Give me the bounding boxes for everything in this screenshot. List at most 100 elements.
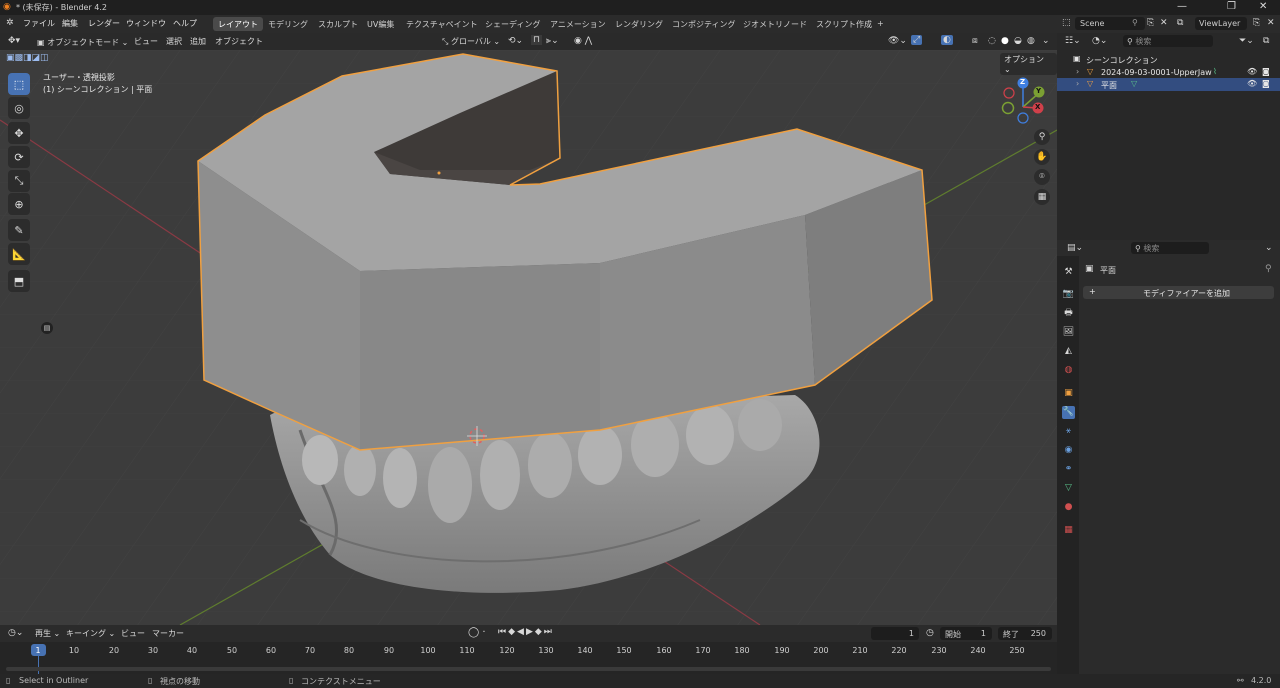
menu-add[interactable]: 追加 [190, 36, 206, 47]
scene-tab-icon[interactable]: ◭ [1062, 345, 1075, 358]
clock-icon[interactable]: ◷ [926, 628, 934, 638]
perspective-grid-icon[interactable]: ▦ [1034, 189, 1050, 205]
tab-sculpt[interactable]: スカルプト [313, 17, 363, 31]
add-modifier-button[interactable]: + モディファイアーを追加 [1083, 286, 1274, 299]
pan-hand-icon[interactable]: ✋ [1034, 149, 1050, 165]
menu-render[interactable]: レンダー [88, 18, 120, 29]
menu-select[interactable]: 選択 [166, 36, 182, 47]
tool-tab-icon[interactable]: ⚒ [1062, 266, 1075, 279]
menu-keying[interactable]: キーイング ⌄ [66, 628, 115, 639]
render-tab-icon[interactable]: 📷 [1062, 288, 1075, 301]
view-layer-icon[interactable]: ⧉ [1177, 18, 1183, 28]
data-tab-icon[interactable]: ▽ [1062, 482, 1075, 495]
blender-menu-icon[interactable]: ✲ [6, 18, 14, 28]
annotate-tool[interactable]: ✎ [8, 219, 30, 241]
timeline-scrollbar[interactable] [6, 667, 1051, 671]
display-mode-icon[interactable]: ◔⌄ [1092, 36, 1107, 46]
transform-orientation-dropdown[interactable]: ⤡ グローバル ⌄ [442, 36, 500, 47]
solid-shading-icon[interactable]: ● [1001, 36, 1009, 46]
tab-layout[interactable]: レイアウト [213, 17, 263, 31]
chevron-down-icon[interactable]: ⌄ [1265, 243, 1273, 253]
close-button[interactable]: ✕ [1259, 1, 1267, 12]
modifier-icon[interactable]: ⌇ [1213, 67, 1217, 76]
current-frame-field[interactable]: 1 [871, 627, 919, 640]
auto-keying-icon[interactable]: ◯ · [468, 627, 486, 638]
overlay-toggle-icon[interactable]: ◐ [941, 35, 953, 45]
rendered-shading-icon[interactable]: ◍ [1027, 36, 1035, 46]
pivot-point-icon[interactable]: ⟲⌄ [508, 36, 523, 46]
camera-icon[interactable]: ◙ [1262, 67, 1270, 76]
visibility-icon[interactable]: 👁⌄ [888, 36, 907, 46]
eye-icon[interactable]: 👁 [1247, 67, 1257, 76]
move-tool[interactable]: ✥ [8, 122, 30, 144]
xray-toggle-icon[interactable]: ⧈ [972, 36, 978, 46]
menu-object[interactable]: オブジェクト [215, 36, 263, 47]
particles-tab-icon[interactable]: ⚹ [1062, 425, 1075, 438]
3d-viewport[interactable]: Z Y X ユーザー・透視投影 (1) シーンコレクション | 平面 オプション… [0, 50, 1057, 625]
eye-icon[interactable]: 👁 [1247, 79, 1257, 88]
delete-view-layer-icon[interactable]: ✕ [1267, 18, 1275, 28]
new-scene-icon[interactable]: ⎘ [1147, 18, 1154, 28]
selection-mode-icons[interactable]: ▣▩◨◪◫ [6, 53, 49, 63]
object-mode-dropdown[interactable]: ▣ オブジェクトモード ⌄ [34, 35, 131, 48]
menu-playback[interactable]: 再生 ⌄ [35, 628, 60, 639]
gizmo-z-label[interactable]: Z [1020, 78, 1025, 86]
frame-ruler[interactable]: 1 10 20 30 40 50 60 70 80 90 100 110 120… [0, 642, 1057, 674]
add-workspace-button[interactable]: + [872, 17, 889, 31]
timeline-editor-icon[interactable]: ◷⌄ [8, 628, 23, 638]
pin-icon[interactable]: ⚲ [1265, 264, 1272, 274]
menu-view[interactable]: ビュー [134, 36, 158, 47]
pin-icon[interactable]: ⚲ [1132, 18, 1138, 27]
view-layer-tab-icon[interactable]: 🖼 [1062, 326, 1075, 339]
mesh-data-icon[interactable]: ▽ [1131, 79, 1137, 88]
timeline-body[interactable]: 1 10 20 30 40 50 60 70 80 90 100 110 120… [0, 642, 1057, 674]
properties-editor-icon[interactable]: ▤⌄ [1067, 243, 1083, 253]
editor-type-icon[interactable]: ✥▾ [8, 36, 20, 46]
gizmo-x-label[interactable]: X [1035, 103, 1040, 111]
zoom-icon[interactable]: ⚲ [1034, 129, 1050, 145]
snap-icon[interactable]: ⊓ [531, 35, 543, 45]
tab-uv-editing[interactable]: UV編集 [362, 17, 399, 31]
tab-texture-paint[interactable]: テクスチャペイント [401, 17, 483, 31]
material-tab-icon[interactable]: ● [1062, 501, 1075, 514]
filter-icon[interactable]: ⏷⌄ [1239, 36, 1254, 46]
proportional-edit-icon[interactable]: ◉ ⋀ [574, 36, 592, 46]
world-tab-icon[interactable]: ◍ [1062, 364, 1075, 377]
camera-icon[interactable]: ◙ [1262, 79, 1270, 88]
cursor-tool[interactable]: ◎ [8, 97, 30, 119]
shading-options-icon[interactable]: ⌄ [1042, 36, 1050, 46]
expand-arrow-icon[interactable]: › [1076, 79, 1079, 88]
menu-help[interactable]: ヘルプ [173, 18, 197, 29]
measure-tool[interactable]: 📐 [8, 243, 30, 265]
menu-window[interactable]: ウィンドウ [126, 18, 166, 29]
restore-button[interactable]: ❐ [1227, 1, 1236, 12]
tab-modeling[interactable]: モデリング [263, 17, 313, 31]
expand-arrow-icon[interactable]: › [1076, 67, 1079, 76]
material-shading-icon[interactable]: ◒ [1014, 36, 1022, 46]
tab-animation[interactable]: アニメーション [545, 17, 611, 31]
rotate-tool[interactable]: ⟳ [8, 146, 30, 168]
object-tab-icon[interactable]: ▣ [1062, 387, 1075, 400]
view-layer-field[interactable]: ViewLayer [1195, 17, 1247, 30]
asset-shelf-icon[interactable]: ▤ [41, 322, 53, 334]
physics-tab-icon[interactable]: ◉ [1062, 444, 1075, 457]
outliner-item-plane[interactable]: › ▽ 平面 ▽ 👁 ◙ [1057, 78, 1280, 91]
constraints-tab-icon[interactable]: ⚭ [1062, 463, 1075, 476]
transform-tool[interactable]: ⊕ [8, 193, 30, 215]
scale-tool[interactable]: ⤡ [8, 170, 30, 192]
camera-view-icon[interactable]: ⌾ [1034, 169, 1050, 185]
output-tab-icon[interactable]: 🖶 [1062, 307, 1075, 320]
gizmo-y-label[interactable]: Y [1036, 87, 1041, 95]
outliner-root-row[interactable]: ▣ シーンコレクション [1057, 53, 1280, 66]
tab-geometry-nodes[interactable]: ジオメトリノード [738, 17, 812, 31]
start-frame-field[interactable]: 開始 1 [940, 627, 992, 640]
playback-controls[interactable]: ⏮◆◀▶◆⏭ [498, 627, 554, 637]
end-frame-field[interactable]: 終了 250 [998, 627, 1052, 640]
new-view-layer-icon[interactable]: ⎘ [1253, 18, 1260, 28]
delete-scene-icon[interactable]: ✕ [1160, 18, 1168, 28]
select-box-tool[interactable]: ⬚ [8, 73, 30, 95]
menu-edit[interactable]: 編集 [62, 18, 78, 29]
gizmo-toggle-icon[interactable]: ⤢ [911, 35, 923, 45]
outliner-editor-icon[interactable]: ☷⌄ [1065, 36, 1081, 46]
tab-rendering[interactable]: レンダリング [610, 17, 668, 31]
